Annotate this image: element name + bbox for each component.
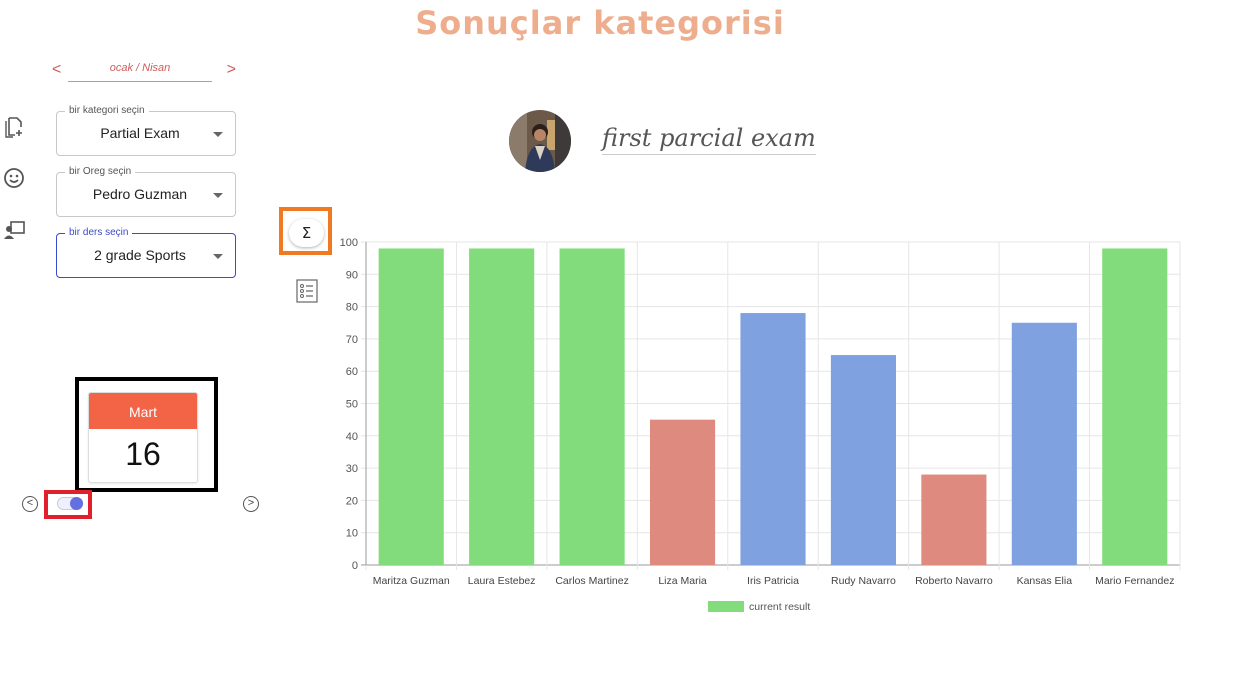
x-tick-label: Iris Patricia — [747, 575, 799, 587]
y-tick-label: 20 — [346, 495, 358, 507]
y-tick-label: 50 — [346, 399, 358, 411]
teacher-board-icon[interactable] — [2, 218, 26, 242]
y-tick-label: 80 — [346, 302, 358, 314]
y-tick-label: 10 — [346, 528, 358, 540]
month-prev-button[interactable]: < — [52, 60, 61, 80]
smiley-icon[interactable] — [2, 166, 26, 190]
bar — [921, 474, 987, 565]
course-select-value: 2 grade Sports — [94, 247, 186, 263]
bar — [469, 248, 535, 565]
bar — [830, 355, 897, 565]
month-navigator: < ocak / Nisan > — [52, 60, 240, 82]
calendar-prev-button[interactable]: < — [22, 496, 38, 512]
category-select-label: bir kategori seçin — [65, 105, 149, 116]
list-icon[interactable] — [296, 279, 318, 303]
y-tick-label: 30 — [346, 463, 358, 475]
category-select[interactable]: bir kategori seçin Partial Exam — [56, 105, 236, 156]
y-tick-label: 40 — [346, 431, 358, 443]
x-tick-label: Laura Estebez — [468, 575, 536, 587]
y-tick-label: 100 — [340, 237, 358, 249]
oreg-select-label: bir Oreg seçin — [65, 166, 136, 177]
y-tick-label: 90 — [346, 269, 358, 281]
legend-label: current result — [749, 601, 810, 613]
chevron-down-icon — [213, 193, 223, 198]
category-select-value: Partial Exam — [100, 125, 180, 141]
bar — [559, 248, 625, 565]
x-tick-label: Kansas Elia — [1017, 575, 1073, 587]
page-title: Sonuçlar kategorisi — [415, 4, 785, 42]
toggle-knob[interactable] — [70, 497, 83, 510]
x-tick-label: Maritza Guzman — [373, 575, 450, 587]
calendar-month: Mart — [89, 393, 197, 429]
chevron-down-icon — [213, 132, 223, 137]
results-bar-chart: 0 10 20 30 40 50 60 70 80 90 100 Maritza Guzman Lau… — [340, 237, 1181, 613]
month-range-label[interactable]: ocak / Nisan — [68, 60, 212, 82]
add-document-icon[interactable] — [2, 115, 26, 139]
bar — [1102, 248, 1168, 565]
exam-title: first parcial exam — [602, 124, 816, 155]
bar — [1011, 322, 1077, 565]
x-tick-label: Rudy Navarro — [831, 575, 896, 587]
course-select[interactable]: bir ders seçin 2 grade Sports — [56, 227, 236, 278]
bar — [740, 313, 806, 565]
y-tick-label: 0 — [352, 560, 358, 572]
calendar-day: 16 — [125, 436, 161, 472]
x-tick-label: Roberto Navarro — [915, 575, 993, 587]
x-tick-label: Carlos Martinez — [555, 575, 629, 587]
course-select-label: bir ders seçin — [65, 227, 133, 238]
calendar-card[interactable]: Mart 16 — [88, 392, 198, 483]
bar — [378, 248, 444, 565]
calendar-next-button[interactable]: > — [243, 496, 259, 512]
bar — [649, 419, 716, 565]
x-tick-label: Liza Maria — [658, 575, 707, 587]
oreg-select-value: Pedro Guzman — [92, 186, 188, 202]
oreg-select[interactable]: bir Oreg seçin Pedro Guzman — [56, 166, 236, 217]
y-tick-label: 60 — [346, 366, 358, 378]
chevron-down-icon — [213, 254, 223, 259]
month-next-button[interactable]: > — [227, 60, 236, 80]
y-tick-label: 70 — [346, 334, 358, 346]
legend-swatch — [708, 601, 744, 612]
x-tick-label: Mario Fernandez — [1095, 575, 1174, 587]
avatar — [509, 110, 571, 172]
sigma-button[interactable]: Σ — [289, 219, 324, 247]
